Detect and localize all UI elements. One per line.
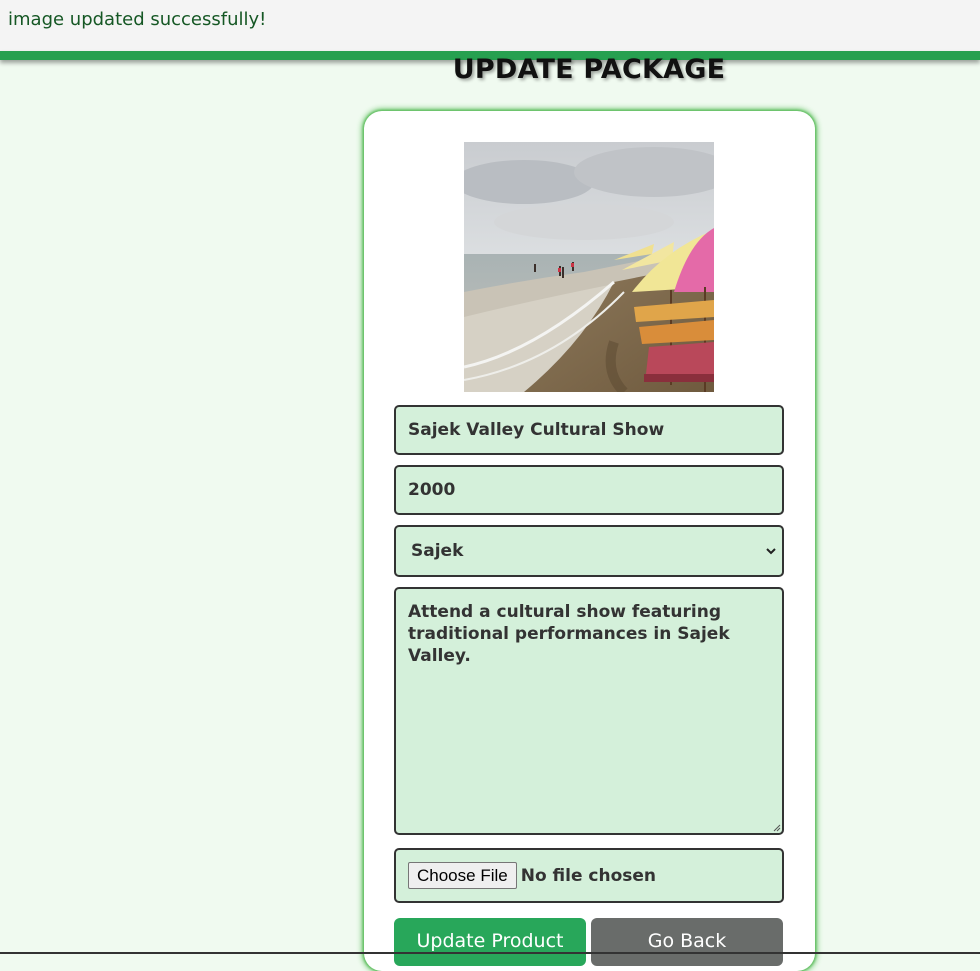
resize-grip-icon[interactable] <box>772 823 781 832</box>
alert-message: image updated successfully! <box>8 9 267 30</box>
page-title: UPDATE PACKAGE <box>452 54 726 85</box>
alert-bar: image updated successfully! <box>0 0 980 51</box>
choose-file-button[interactable]: Choose File <box>408 862 517 889</box>
chevron-down-icon <box>766 544 776 559</box>
location-select[interactable]: Sajek <box>394 525 784 577</box>
package-name-input[interactable]: Sajek Valley Cultural Show <box>394 405 784 455</box>
update-product-button[interactable]: Update Product <box>394 918 586 966</box>
update-package-card: Sajek Valley Cultural Show 2000 Sajek At… <box>364 111 815 971</box>
package-image-preview <box>464 142 714 392</box>
location-selected-value: Sajek <box>411 541 464 561</box>
go-back-button[interactable]: Go Back <box>591 918 783 966</box>
description-text: Attend a cultural show featuring traditi… <box>408 602 730 666</box>
file-status-text: No file chosen <box>520 865 657 886</box>
package-price-input[interactable]: 2000 <box>394 465 784 515</box>
beach-image <box>464 142 714 392</box>
description-textarea[interactable]: Attend a cultural show featuring traditi… <box>394 587 784 835</box>
image-file-input[interactable]: Choose File No file chosen <box>394 848 784 903</box>
